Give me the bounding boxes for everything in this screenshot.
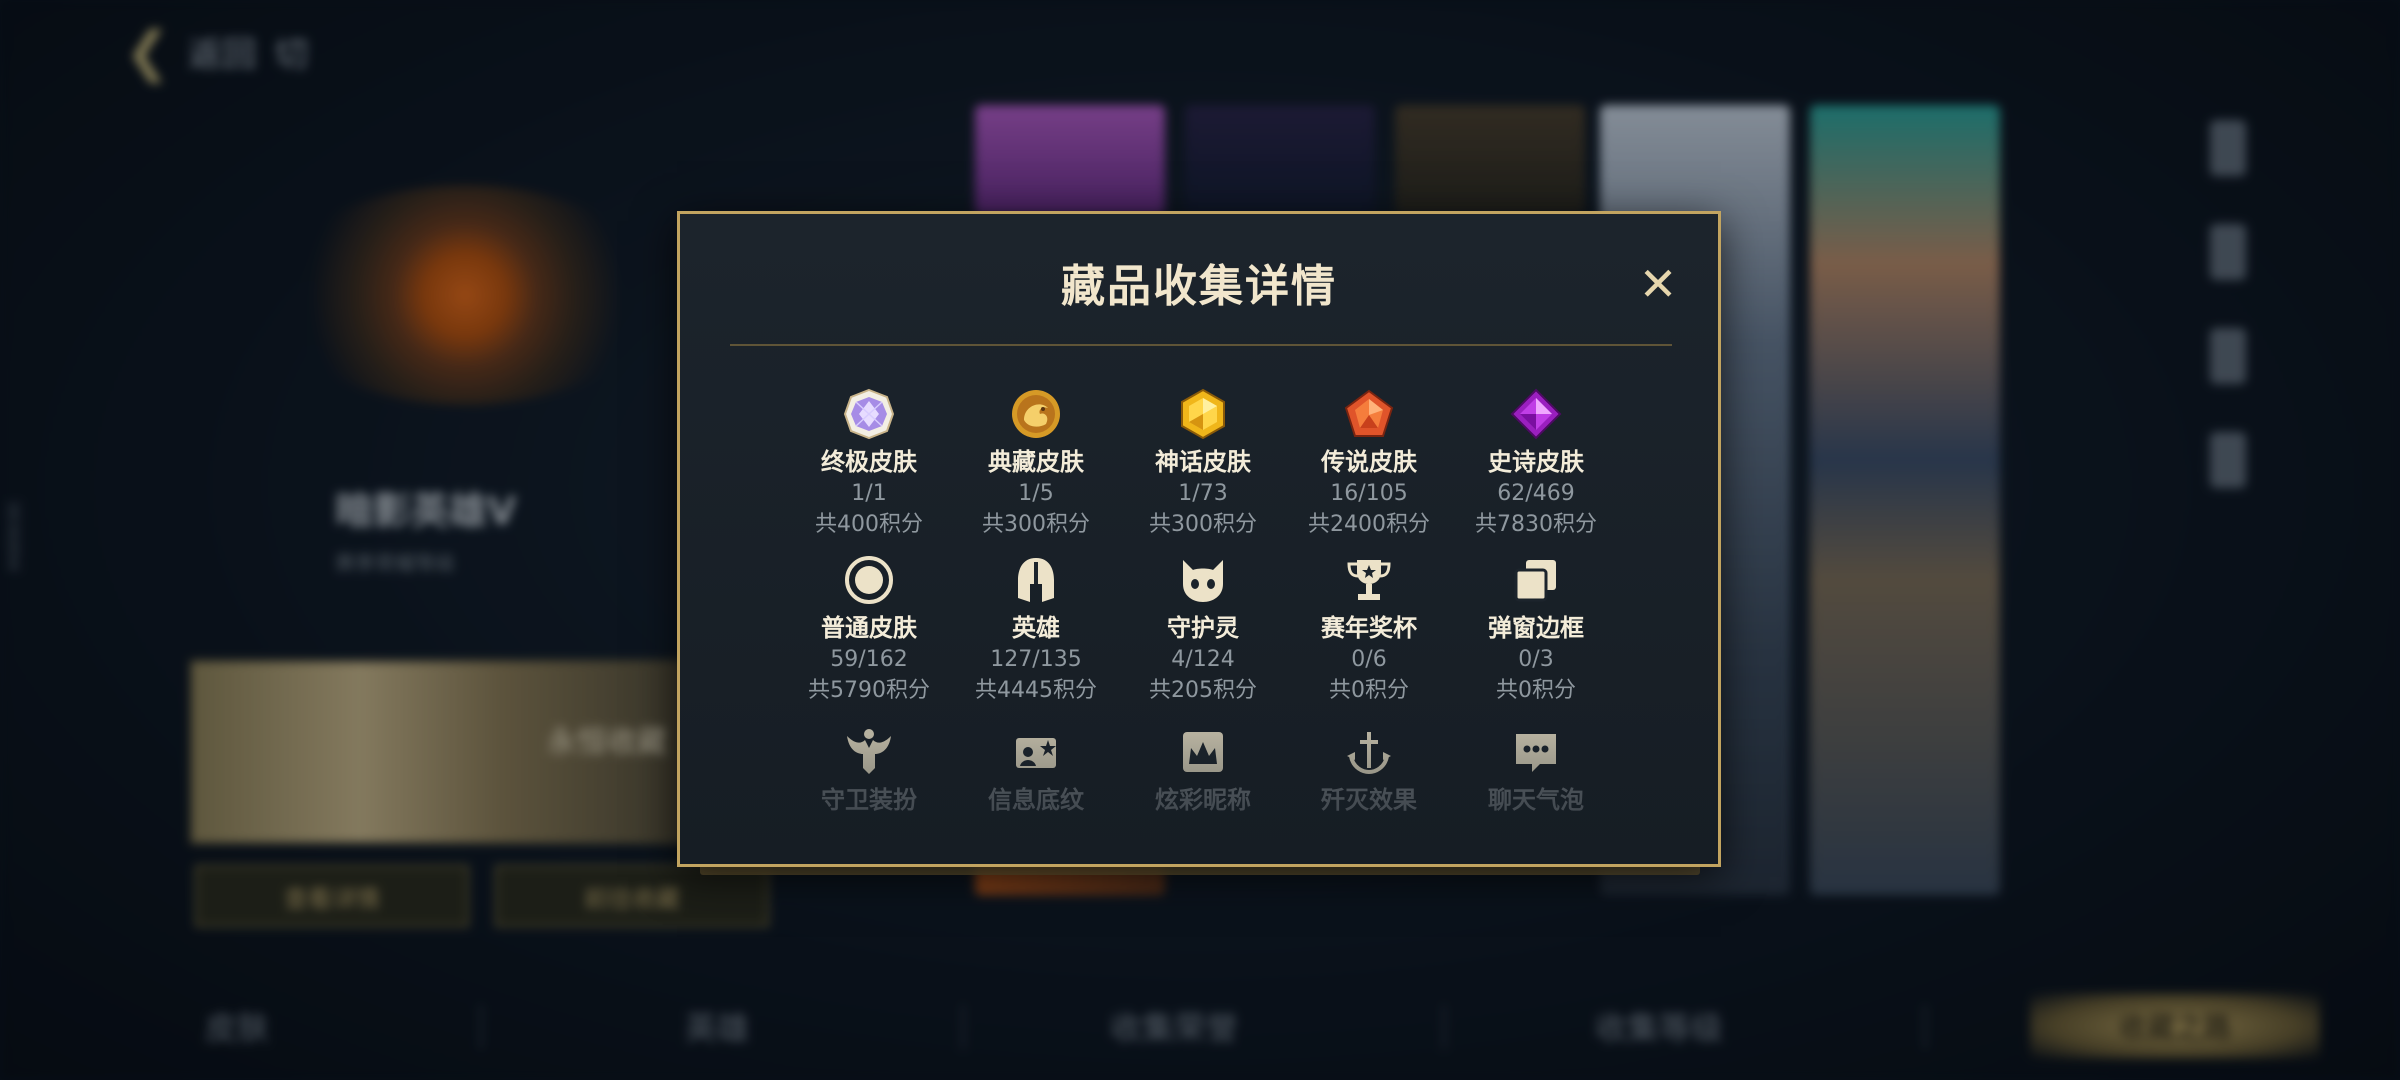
- item-label: 终极皮肤: [821, 448, 917, 476]
- item-label: 史诗皮肤: [1488, 448, 1584, 476]
- collection-details-dialog: 藏品收集详情 ✕ 终极皮肤 1/1 共400积分 典藏皮肤 1/5 共300积分…: [677, 211, 1721, 867]
- guard-costume-icon: [847, 729, 891, 774]
- item-count: 1/1: [851, 481, 887, 506]
- collection-item[interactable]: 歼灭效果: [1294, 726, 1444, 816]
- epic-skin-icon: [1510, 388, 1562, 440]
- item-label: 典藏皮肤: [988, 448, 1084, 476]
- item-points: 共300积分: [982, 512, 1090, 537]
- collection-item[interactable]: 典藏皮肤 1/5 共300积分: [961, 388, 1111, 540]
- collection-item[interactable]: 守卫装扮: [794, 726, 944, 816]
- collection-grid: 终极皮肤 1/1 共400积分 典藏皮肤 1/5 共300积分 神话皮肤 1/7…: [680, 374, 1718, 854]
- collection-skin-icon: [1012, 390, 1060, 438]
- item-points: 共7830积分: [1475, 512, 1597, 537]
- collection-item[interactable]: 聊天气泡: [1461, 726, 1611, 816]
- item-points: 共300积分: [1149, 512, 1257, 537]
- trophy-icon: [1347, 560, 1391, 600]
- item-points: 共0积分: [1496, 678, 1576, 703]
- item-label: 信息底纹: [988, 786, 1084, 814]
- item-count: 0/6: [1351, 647, 1387, 672]
- item-points: 共4445积分: [975, 678, 1097, 703]
- collection-item[interactable]: 传说皮肤 16/105 共2400积分: [1294, 388, 1444, 540]
- close-button[interactable]: ✕: [1632, 258, 1684, 310]
- title-divider: [730, 344, 1672, 346]
- item-label: 传说皮肤: [1321, 448, 1417, 476]
- item-count: 16/105: [1330, 481, 1408, 506]
- item-label: 弹窗边框: [1488, 614, 1584, 642]
- collection-item[interactable]: 英雄 127/135 共4445积分: [961, 554, 1111, 706]
- collection-item[interactable]: 炫彩昵称: [1128, 726, 1278, 816]
- item-points: 共2400积分: [1308, 512, 1430, 537]
- item-points: 共205积分: [1149, 678, 1257, 703]
- guardian-spirit-icon: [1183, 560, 1223, 602]
- legendary-skin-icon: [1344, 389, 1394, 437]
- info-pattern-icon: [1016, 738, 1056, 768]
- collection-item[interactable]: 神话皮肤 1/73 共300积分: [1128, 388, 1278, 540]
- item-count: 4/124: [1171, 647, 1235, 672]
- item-count: 62/469: [1497, 481, 1575, 506]
- collection-item[interactable]: 守护灵 4/124 共205积分: [1128, 554, 1278, 706]
- chat-bubble-icon: [1516, 734, 1556, 772]
- popup-frame-icon: [1514, 560, 1556, 602]
- item-count: 1/73: [1178, 481, 1228, 506]
- collection-item[interactable]: 信息底纹: [961, 726, 1111, 816]
- collection-item[interactable]: 普通皮肤 59/162 共5790积分: [794, 554, 944, 706]
- item-label: 守护灵: [1167, 614, 1239, 642]
- item-label: 普通皮肤: [821, 614, 917, 642]
- collection-item[interactable]: 史诗皮肤 62/469 共7830积分: [1461, 388, 1611, 540]
- collection-item[interactable]: 弹窗边框 0/3 共0积分: [1461, 554, 1611, 706]
- collection-item[interactable]: 赛年奖杯 0/6 共0积分: [1294, 554, 1444, 706]
- close-icon: ✕: [1638, 257, 1678, 311]
- item-count: 1/5: [1018, 481, 1054, 506]
- item-label: 歼灭效果: [1321, 786, 1417, 814]
- ultimate-skin-icon: [843, 388, 895, 440]
- collection-item[interactable]: 终极皮肤 1/1 共400积分: [794, 388, 944, 540]
- dialog-title: 藏品收集详情: [1061, 261, 1337, 312]
- item-count: 59/162: [830, 647, 908, 672]
- item-count: 127/135: [990, 647, 1082, 672]
- item-label: 炫彩昵称: [1155, 786, 1251, 814]
- item-points: 共5790积分: [808, 678, 930, 703]
- hero-helmet-icon: [1018, 558, 1054, 602]
- item-count: 0/3: [1518, 647, 1554, 672]
- annihilation-effect-icon: [1347, 732, 1391, 775]
- item-label: 守卫装扮: [821, 786, 917, 814]
- screen: ❮ 返回 切 3836894 暗影英雄V 赛季荣耀等级 永恒收藏 查看详情 前往…: [0, 0, 2400, 1080]
- item-label: 赛年奖杯: [1321, 614, 1417, 642]
- item-points: 共400积分: [815, 512, 923, 537]
- item-label: 神话皮肤: [1155, 448, 1251, 476]
- item-label: 聊天气泡: [1488, 786, 1584, 814]
- item-label: 英雄: [1012, 614, 1060, 642]
- item-points: 共0积分: [1329, 678, 1409, 703]
- colorful-nickname-icon: [1183, 732, 1223, 772]
- mythic-skin-icon: [1181, 388, 1225, 440]
- normal-skin-icon: [845, 556, 893, 604]
